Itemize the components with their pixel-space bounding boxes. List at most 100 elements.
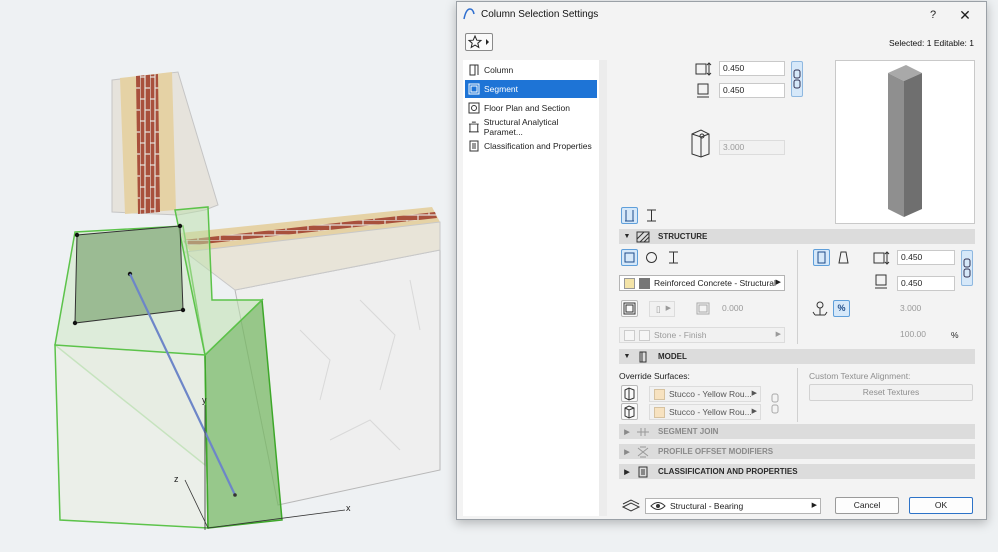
- cancel-button[interactable]: Cancel: [835, 497, 899, 514]
- classification-icon: [638, 466, 648, 477]
- collapse-triangle-icon: ▼: [623, 233, 631, 240]
- percent-toggle-button[interactable]: %: [833, 300, 850, 317]
- i-beam-icon: [647, 209, 656, 222]
- override-surfaces-label: Override Surfaces:: [619, 371, 690, 381]
- nav-item-column[interactable]: Column: [465, 61, 597, 79]
- nav-item-label: Structural Analytical Paramet...: [483, 117, 559, 137]
- rectangular-shape-button[interactable]: [621, 249, 638, 266]
- veneer-type-select[interactable]: ▯ ▶: [649, 301, 675, 317]
- segment-join-section-header[interactable]: ▶ SEGMENT JOIN: [619, 424, 975, 439]
- veneer-icon: [623, 302, 636, 315]
- settings-nav-panel: Column Segment Floor Plan and Section St…: [463, 60, 599, 516]
- surface-2-swatch: [654, 406, 665, 418]
- nav-item-segment[interactable]: Segment: [465, 80, 597, 98]
- circular-shape-button[interactable]: [643, 249, 660, 266]
- profile-column-button[interactable]: [643, 207, 660, 224]
- layer-label: Structural - Bearing: [670, 501, 744, 511]
- surface-2-select[interactable]: Stucco - Yellow Rou... ▶: [649, 404, 761, 420]
- axis-y-label: y: [202, 395, 207, 405]
- title-bar[interactable]: Column Selection Settings ? ✕: [457, 2, 986, 27]
- uniform-section-button[interactable]: [813, 249, 830, 266]
- collapse-triangle-icon: ▼: [623, 353, 631, 360]
- segment-icon: [468, 83, 480, 95]
- structure-label: STRUCTURE: [658, 232, 708, 241]
- square-icon: [624, 252, 635, 263]
- finish-fill-swatch: [624, 329, 635, 341]
- chain-link-icon: [963, 258, 971, 278]
- custom-texture-label: Custom Texture Alignment:: [809, 371, 911, 381]
- end-depth-icon: [875, 274, 887, 289]
- tapered-profile-icon: [838, 251, 849, 264]
- floor-plan-icon: [468, 102, 480, 114]
- expand-triangle-icon: ▶: [624, 448, 630, 456]
- ok-button[interactable]: OK: [909, 497, 973, 514]
- structure-section-header[interactable]: ▼ STRUCTURE: [619, 229, 975, 244]
- building-material-select[interactable]: Reinforced Concrete - Structural ▶: [619, 275, 785, 291]
- column-preview-image: [888, 65, 922, 217]
- width-icon: [695, 62, 712, 76]
- percent-field[interactable]: 100.00: [897, 328, 947, 343]
- help-button[interactable]: ?: [923, 6, 943, 24]
- material-color-swatch: [639, 277, 650, 289]
- end-width-icon: [873, 251, 890, 265]
- i-beam-icon: [669, 251, 678, 264]
- height-field[interactable]: 3.000: [719, 140, 785, 155]
- expand-triangle-icon: ▶: [624, 468, 630, 476]
- length-field[interactable]: 3.000: [897, 302, 955, 317]
- nav-item-label: Column: [484, 65, 514, 75]
- finish-label: Stone - Finish: [654, 330, 707, 340]
- dialog-title: Column Selection Settings: [481, 9, 599, 20]
- nav-item-floor-plan-and-section[interactable]: Floor Plan and Section: [465, 99, 597, 117]
- core-veneer-button[interactable]: [621, 300, 638, 317]
- layer-icon: [621, 499, 641, 512]
- percent-button-label: %: [837, 303, 846, 313]
- column-icon: [469, 64, 479, 76]
- classification-section-header[interactable]: ▶ CLASSIFICATION AND PROPERTIES: [619, 464, 975, 479]
- finish-material-select[interactable]: Stone - Finish ▶: [619, 327, 785, 343]
- circle-icon: [646, 252, 657, 263]
- layer-select[interactable]: Structural - Bearing ▶: [645, 498, 821, 514]
- override-surface-1-button[interactable]: [621, 385, 638, 402]
- surface-link-icon[interactable]: [769, 390, 781, 418]
- veneer-type-icon: ▯: [656, 304, 661, 314]
- nav-scrollbar[interactable]: [599, 60, 607, 516]
- expand-triangle-icon: ▶: [624, 428, 630, 436]
- reset-textures-button[interactable]: Reset Textures: [809, 384, 973, 401]
- segment-join-icon: [637, 427, 649, 436]
- percent-unit: %: [951, 330, 959, 340]
- height-icon: [691, 129, 710, 158]
- nav-item-label: Classification and Properties: [484, 141, 592, 151]
- material-fill-swatch: [624, 277, 635, 289]
- end-depth-field[interactable]: 0.450: [897, 276, 955, 291]
- link-dimensions-button[interactable]: [791, 61, 803, 97]
- end-width-field[interactable]: 0.450: [897, 250, 955, 265]
- veneer-thickness-field[interactable]: 0.000: [719, 302, 785, 317]
- segment-join-label: SEGMENT JOIN: [658, 427, 719, 436]
- dropdown-arrow-icon: ▶: [811, 502, 817, 509]
- override-surface-2-button[interactable]: [621, 403, 638, 420]
- depth-field[interactable]: 0.450: [719, 83, 785, 98]
- depth-icon: [697, 83, 709, 98]
- nav-item-classification[interactable]: Classification and Properties: [465, 137, 597, 155]
- classification-label: CLASSIFICATION AND PROPERTIES: [658, 467, 798, 476]
- anchor-icon: [812, 301, 828, 316]
- link-end-dimensions-button[interactable]: [961, 250, 973, 286]
- column-3d-preview: [835, 60, 975, 224]
- tapered-section-button[interactable]: [835, 249, 852, 266]
- surface-1-swatch: [654, 388, 665, 400]
- profile-shape-button[interactable]: [665, 249, 682, 266]
- close-button[interactable]: ✕: [953, 6, 977, 24]
- profile-offset-section-header[interactable]: ▶ PROFILE OFFSET MODIFIERS: [619, 444, 975, 459]
- dropdown-arrow-icon: ▶: [665, 305, 671, 312]
- model-section-header[interactable]: ▼ MODEL: [619, 349, 975, 364]
- straight-column-button[interactable]: [621, 207, 638, 224]
- selection-count: Selected: 1 Editable: 1: [888, 38, 974, 48]
- surface-1-select[interactable]: Stucco - Yellow Rou... ▶: [649, 386, 761, 402]
- dropdown-arrow-icon: ▶: [751, 390, 757, 397]
- nav-item-structural-analytical[interactable]: Structural Analytical Paramet...: [465, 117, 597, 137]
- column-selection-settings-dialog: Column Selection Settings ? ✕ Selected: …: [456, 1, 987, 520]
- nav-item-label: Segment: [484, 84, 519, 94]
- favorites-button[interactable]: [465, 33, 493, 51]
- width-field[interactable]: 0.450: [719, 61, 785, 76]
- nav-item-label: Floor Plan and Section: [484, 103, 570, 113]
